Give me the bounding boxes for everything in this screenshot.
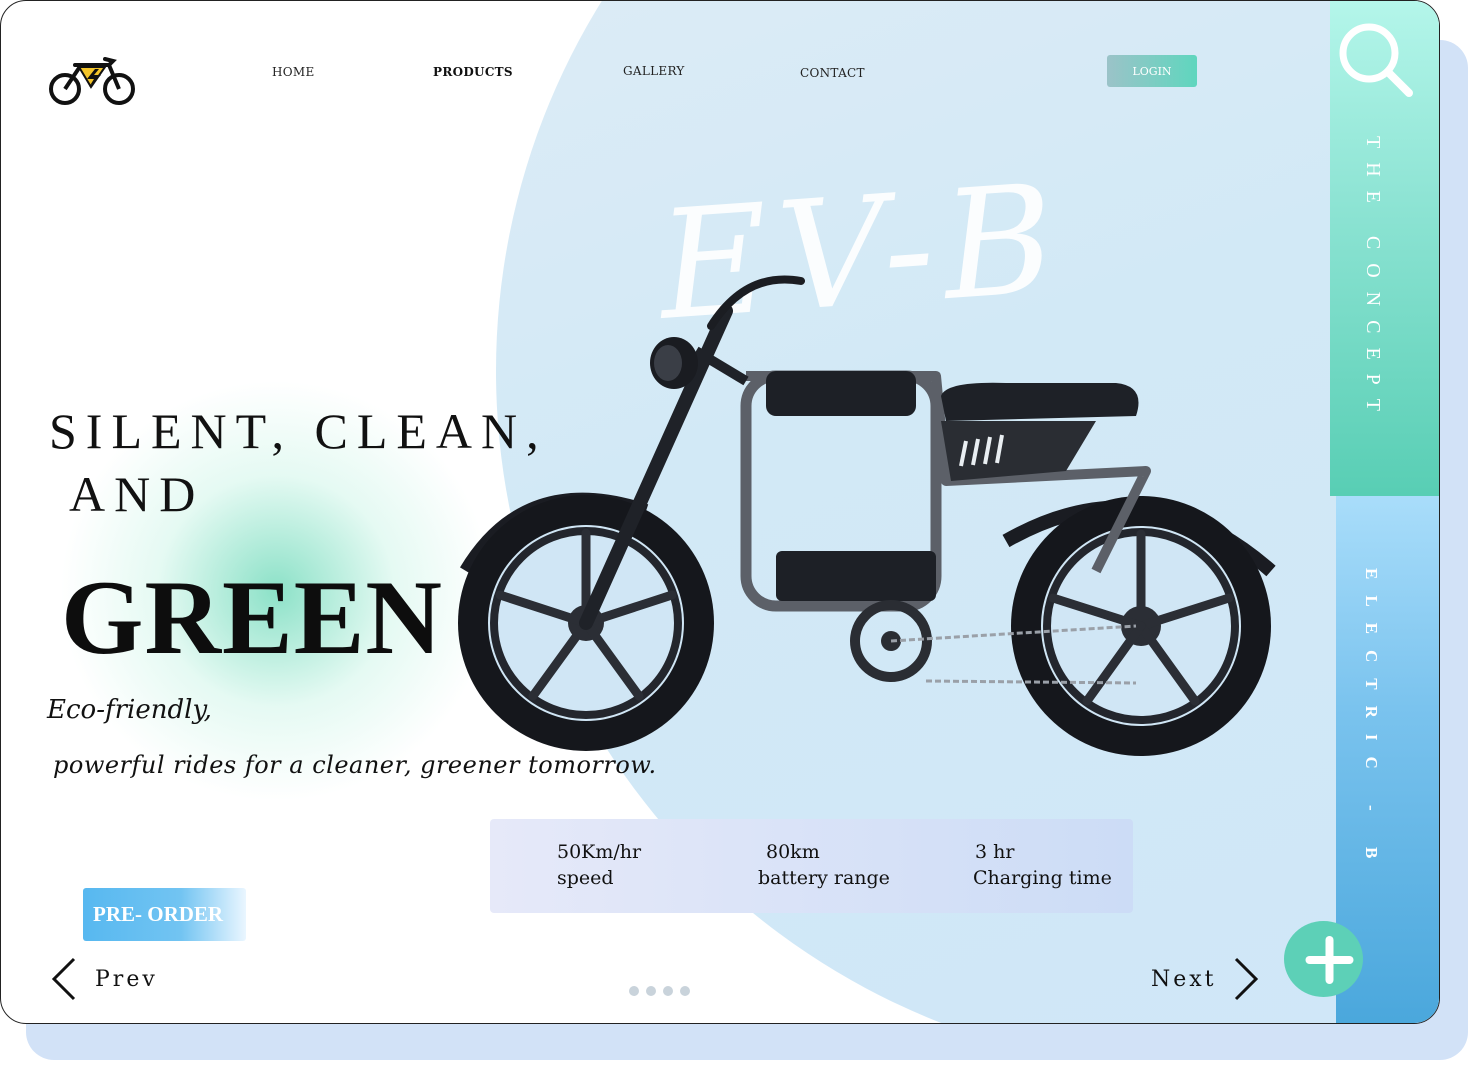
specs-panel: 50Km/hr speed 80km battery range 3 hr Ch… bbox=[490, 819, 1133, 913]
pager-dot[interactable] bbox=[663, 986, 673, 996]
add-button[interactable] bbox=[1284, 921, 1363, 997]
slide-pager bbox=[629, 986, 690, 996]
next-label: Next bbox=[1151, 966, 1217, 992]
nav-contact[interactable]: CONTACT bbox=[800, 66, 865, 80]
nav-products[interactable]: PRODUCTS bbox=[433, 65, 513, 79]
tagline-line-1: Eco-friendly, bbox=[47, 695, 212, 725]
spec-label: battery range bbox=[758, 867, 890, 889]
prev-button[interactable]: Prev bbox=[49, 956, 158, 1002]
side-text-electric: ELECTRIC - B bbox=[1362, 568, 1381, 875]
spec-value: 50Km/hr bbox=[557, 841, 642, 863]
spec-charging-time: 3 hr Charging time bbox=[973, 839, 1112, 891]
pager-dot[interactable] bbox=[680, 986, 690, 996]
headline-line-2: AND bbox=[69, 466, 205, 522]
login-button[interactable]: LOGIN bbox=[1107, 55, 1197, 87]
spec-label: speed bbox=[557, 867, 614, 889]
prev-label: Prev bbox=[95, 966, 158, 992]
spec-battery-range: 80km battery range bbox=[758, 839, 890, 891]
bicycle-logo-icon[interactable] bbox=[47, 53, 139, 109]
spec-label: Charging time bbox=[973, 867, 1112, 889]
nav-home[interactable]: HOME bbox=[272, 65, 315, 79]
next-button[interactable]: Next bbox=[1151, 956, 1261, 1002]
hero-frame: HOME PRODUCTS GALLERY CONTACT LOGIN EV-B bbox=[0, 0, 1440, 1024]
chevron-left-icon bbox=[51, 957, 76, 1001]
chevron-right-icon bbox=[1234, 957, 1258, 1001]
nav-gallery[interactable]: GALLERY bbox=[623, 64, 685, 78]
search-icon[interactable] bbox=[1337, 21, 1415, 99]
headline-line-1: SILENT, CLEAN, bbox=[49, 403, 548, 459]
headline-green: GREEN bbox=[61, 559, 443, 676]
spec-value: 80km bbox=[766, 841, 820, 863]
spec-value: 3 hr bbox=[975, 841, 1015, 863]
pre-order-button[interactable]: PRE- ORDER bbox=[83, 888, 246, 941]
side-text-concept: THE CONCEPT bbox=[1362, 136, 1384, 425]
pager-dot[interactable] bbox=[646, 986, 656, 996]
tagline-line-2: powerful rides for a cleaner, greener to… bbox=[53, 751, 657, 779]
electric-bike-image bbox=[458, 275, 1276, 756]
plus-icon bbox=[1305, 936, 1354, 984]
pager-dot[interactable] bbox=[629, 986, 639, 996]
spec-speed: 50Km/hr speed bbox=[557, 839, 641, 891]
